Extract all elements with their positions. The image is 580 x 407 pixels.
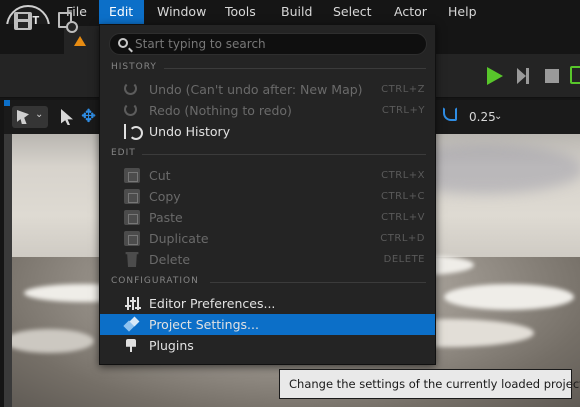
viewport-focus-indicator [4, 100, 10, 106]
select-mode-icon [17, 110, 29, 124]
menu-item-duplicate[interactable]: Duplicate CTRL+D [100, 228, 435, 249]
menu-edit[interactable]: Edit [99, 0, 144, 24]
scale-snap-icon[interactable] [443, 107, 457, 121]
tooltip: Change the settings of the currently loa… [279, 369, 580, 399]
menu-item-plugins[interactable]: Plugins [100, 335, 435, 356]
duplicate-icon [124, 231, 140, 246]
move-transform-icon[interactable]: ✥ [81, 106, 96, 128]
menu-item-shortcut: CTRL+V [381, 212, 425, 223]
sliders-icon [124, 296, 140, 311]
menu-item-project-settings[interactable]: Project Settings... [100, 314, 435, 335]
play-icon[interactable] [487, 67, 503, 85]
search-icon [118, 38, 128, 48]
undo-icon [124, 82, 137, 95]
skip-icon[interactable] [517, 68, 526, 84]
menu-item-cut[interactable]: Cut CTRL+X [100, 165, 435, 186]
paste-icon [124, 210, 140, 225]
save-icon[interactable] [14, 12, 32, 30]
menu-item-shortcut: DELETE [383, 254, 425, 265]
section-divider [142, 154, 426, 155]
cut-icon [124, 168, 140, 183]
menu-item-label: Project Settings... [149, 317, 259, 332]
chevron-down-icon: ⌄ [35, 109, 44, 120]
section-edit-title: EDIT [111, 148, 136, 158]
eject-icon[interactable] [570, 66, 580, 84]
menu-item-redo[interactable]: Redo (Nothing to redo) CTRL+Y [100, 100, 435, 121]
plugin-icon [124, 338, 140, 353]
menu-bar: U File Edit Window Tools Build Select Ac… [0, 0, 580, 49]
menu-item-shortcut: CTRL+X [381, 170, 425, 181]
menu-select[interactable]: Select [323, 0, 382, 24]
menu-item-label: Undo (Can't undo after: New Map) [149, 82, 363, 97]
stop-icon[interactable] [545, 69, 559, 83]
menu-item-label: Redo (Nothing to redo) [149, 103, 292, 118]
menu-item-label: Paste [149, 210, 183, 225]
menu-item-shortcut: CTRL+Y [381, 105, 425, 116]
section-history-title: HISTORY [111, 62, 157, 72]
menu-item-shortcut: CTRL+D [380, 233, 425, 244]
menu-item-label: Cut [149, 168, 171, 183]
menu-window[interactable]: Window [147, 0, 216, 24]
menu-build[interactable]: Build [271, 0, 322, 24]
chevron-down-icon[interactable]: ⌄ [494, 106, 502, 128]
level-icon [74, 36, 86, 46]
snow-ridge [4, 329, 94, 353]
menu-tools[interactable]: Tools [215, 0, 266, 24]
viewport-edge [4, 134, 12, 407]
menu-item-shortcut: CTRL+C [381, 191, 425, 202]
menu-item-delete[interactable]: Delete DELETE [100, 249, 435, 270]
menu-item-paste[interactable]: Paste CTRL+V [100, 207, 435, 228]
menu-item-label: Plugins [149, 338, 194, 353]
selection-mode-button[interactable]: ⌄ [12, 106, 48, 128]
section-divider [164, 68, 426, 69]
menu-item-label: Duplicate [149, 231, 209, 246]
menu-item-editor-preferences[interactable]: Editor Preferences... [100, 293, 435, 314]
menu-search-input[interactable] [135, 36, 420, 52]
menu-actor[interactable]: Actor [384, 0, 437, 24]
menu-item-label: Undo History [149, 124, 231, 139]
menu-item-undo[interactable]: Undo (Can't undo after: New Map) CTRL+Z [100, 79, 435, 100]
menu-help[interactable]: Help [438, 0, 487, 24]
redo-icon [124, 103, 137, 116]
snow-ridge [444, 284, 574, 310]
section-divider [210, 282, 426, 283]
edit-menu-dropdown: HISTORY Undo (Can't undo after: New Map)… [99, 24, 436, 365]
skip-bar-icon [526, 68, 529, 84]
menu-item-label: Editor Preferences... [149, 296, 276, 311]
menu-item-shortcut: CTRL+Z [381, 84, 425, 95]
menu-search[interactable] [109, 33, 427, 55]
menu-item-label: Delete [149, 252, 191, 267]
menu-item-undo-history[interactable]: Undo History [100, 121, 435, 142]
section-configuration-title: CONFIGURATION [111, 276, 199, 286]
project-settings-icon [124, 317, 140, 332]
content-browser-icon[interactable] [58, 12, 78, 33]
copy-icon [124, 189, 140, 204]
history-icon [124, 124, 143, 140]
menu-item-copy[interactable]: Copy CTRL+C [100, 186, 435, 207]
menu-item-label: Copy [149, 189, 181, 204]
trash-icon [125, 252, 139, 267]
scale-snap-value[interactable]: 0.25 [469, 106, 496, 128]
